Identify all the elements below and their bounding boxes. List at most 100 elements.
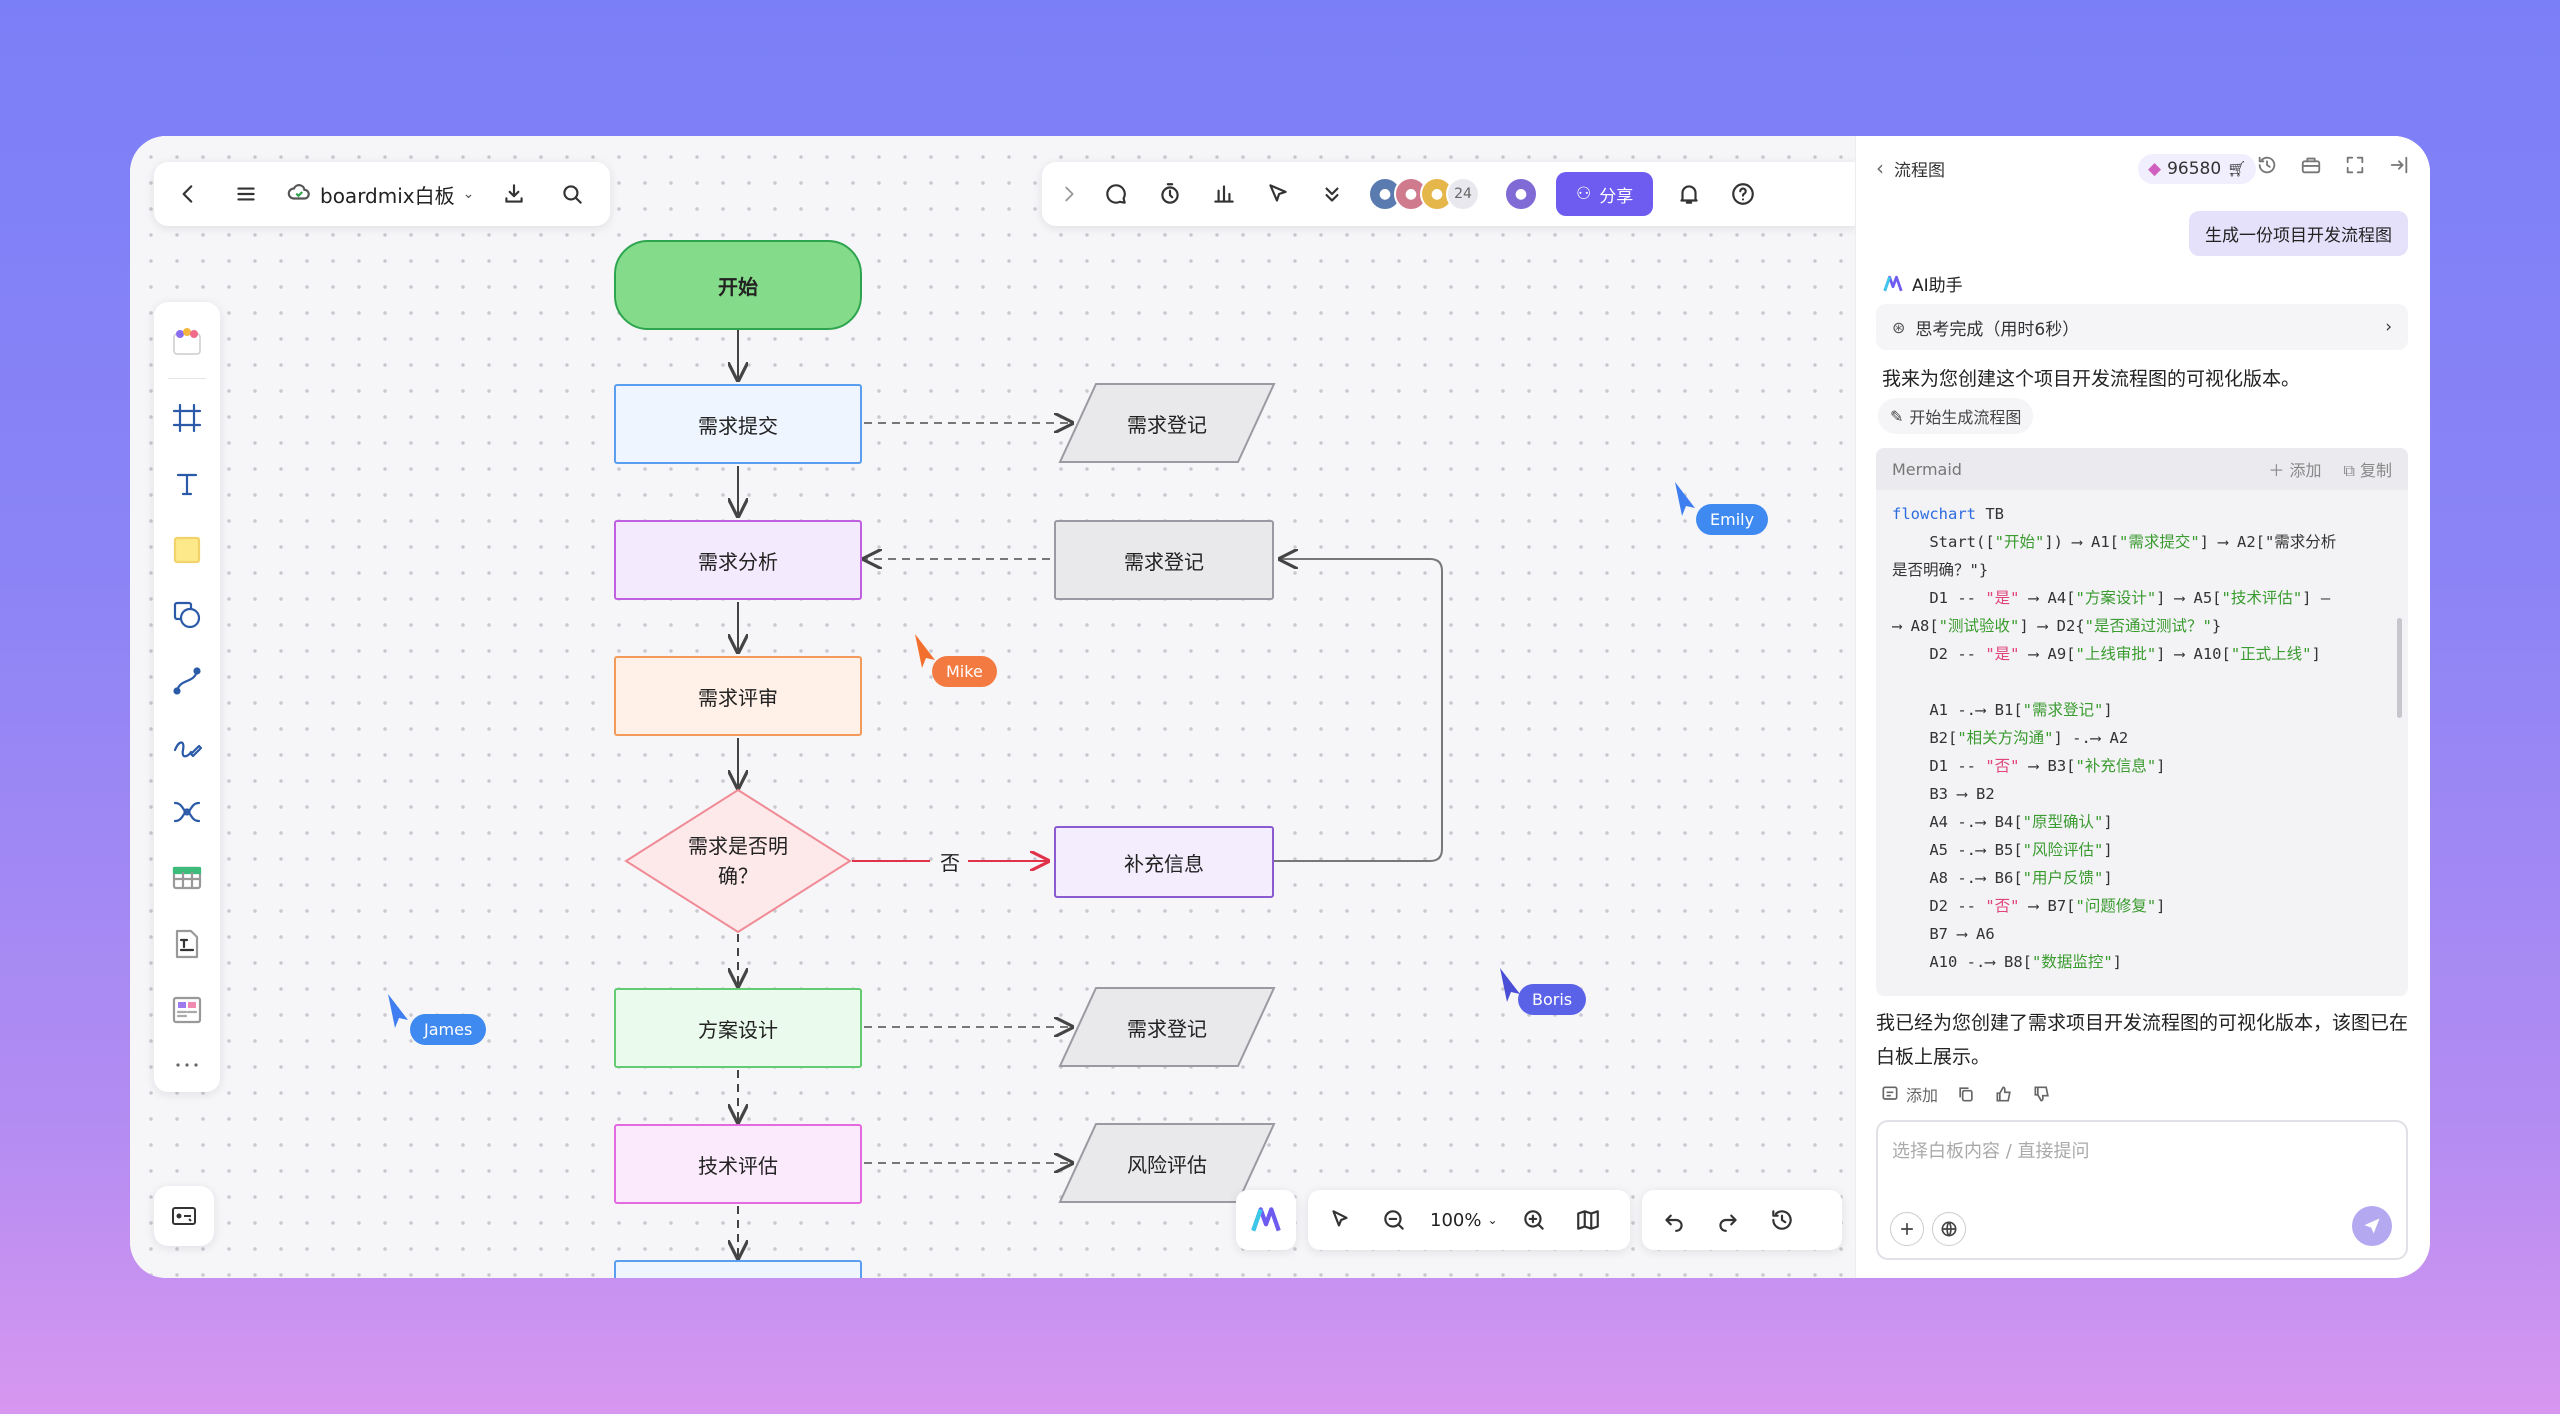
code-line: 是否明确？"}: [1892, 561, 1989, 579]
mindmap-icon[interactable]: [163, 783, 211, 842]
ai-logo-button[interactable]: [1236, 1190, 1296, 1250]
node-partial[interactable]: [614, 1260, 862, 1278]
user-add-icon: ⚇: [1576, 184, 1592, 204]
collaborator-avatars[interactable]: ● ● ● 24: [1368, 177, 1480, 211]
code-scrollbar[interactable]: [2397, 618, 2402, 718]
divider: [168, 377, 206, 379]
ai-logo-icon: [1883, 275, 1903, 291]
user-message: 生成一份项目开发流程图: [2189, 211, 2408, 256]
node-start[interactable]: 开始: [614, 240, 862, 330]
avatar-count: 24: [1446, 177, 1480, 211]
cloud-sync-icon: [286, 179, 312, 210]
more-expand-icon[interactable]: [1314, 176, 1350, 212]
cursor-tag-mike: Mike: [932, 656, 997, 687]
help-icon[interactable]: [1725, 176, 1761, 212]
shape-icon[interactable]: [163, 586, 211, 645]
document-icon[interactable]: [163, 914, 211, 973]
table-icon[interactable]: [163, 849, 211, 908]
zoom-out-icon[interactable]: [1376, 1202, 1412, 1238]
text-icon[interactable]: [163, 454, 211, 513]
map-book-icon[interactable]: [1570, 1202, 1606, 1238]
panel-header-actions: [2256, 154, 2410, 176]
panel-back-icon[interactable]: ‹: [1876, 156, 1884, 180]
timer-icon[interactable]: [1152, 176, 1188, 212]
attach-button[interactable]: [1890, 1212, 1924, 1246]
select-cursor-icon[interactable]: [1322, 1202, 1358, 1238]
menu-icon[interactable]: [228, 176, 264, 212]
node-b5[interactable]: 风险评估: [1090, 1124, 1244, 1202]
more-tools-icon[interactable]: [163, 1046, 211, 1085]
download-icon[interactable]: [496, 176, 532, 212]
code-line: D2 -- "否" ⟶ B7["问题修复"]: [1892, 897, 2166, 915]
zoom-bar: 100% ⌄: [1308, 1190, 1630, 1250]
ai-assistant-label: AI助手: [1882, 271, 1963, 296]
code-add-label: 添加: [2289, 461, 2322, 480]
zoom-level-dropdown[interactable]: 100% ⌄: [1430, 1210, 1498, 1231]
thumbs-down-icon[interactable]: [2032, 1084, 2052, 1104]
whiteboard-canvas[interactable]: 开始 需求提交 需求分析 需求评审 需求是否明 确？ 方案设计 技术评估 需求登…: [130, 136, 1866, 1278]
web-search-button[interactable]: [1932, 1212, 1966, 1246]
globe-icon: [1941, 1221, 1957, 1237]
send-button[interactable]: [2352, 1206, 2392, 1246]
app-window: 开始 需求提交 需求分析 需求评审 需求是否明 确？ 方案设计 技术评估 需求登…: [130, 136, 2430, 1278]
node-a4[interactable]: 方案设计: [614, 988, 862, 1068]
presentation-icon[interactable]: [1206, 176, 1242, 212]
current-user-avatar[interactable]: ●: [1504, 177, 1538, 211]
chevron-down-icon: ⌄: [1487, 1213, 1498, 1227]
comment-icon[interactable]: [1098, 176, 1134, 212]
code-copy-button[interactable]: ⧉ 复制: [2343, 457, 2392, 481]
ai-result-text: 我已经为您创建了需求项目开发流程图的可视化版本，该图已在白板上展示。: [1876, 1012, 2409, 1068]
zoom-in-icon[interactable]: [1516, 1202, 1552, 1238]
thinking-status[interactable]: ⊛ 思考完成（用时6秒） ›: [1876, 304, 2408, 350]
history-icon[interactable]: [1764, 1202, 1800, 1238]
node-b2[interactable]: 需求登记: [1054, 520, 1274, 600]
zoom-level: 100%: [1430, 1209, 1482, 1231]
add-board-icon: [1882, 1086, 1898, 1100]
frame-icon[interactable]: [163, 389, 211, 448]
code-add-button[interactable]: ＋ 添加: [2268, 457, 2321, 481]
code-language: Mermaid: [1892, 459, 1962, 479]
toolbox-icon[interactable]: [2300, 154, 2322, 176]
code-line: A8 -.⟶ B6["用户反馈"]: [1892, 869, 2113, 887]
node-a2[interactable]: 需求分析: [614, 520, 862, 600]
cursor-tag-james: James: [410, 1014, 487, 1045]
board-name-label: boardmix白板: [320, 183, 455, 208]
undo-icon[interactable]: [1656, 1202, 1692, 1238]
chevron-right-icon[interactable]: [1058, 176, 1080, 212]
node-a5[interactable]: 技术评估: [614, 1124, 862, 1204]
sticky-note-icon[interactable]: [163, 520, 211, 579]
redo-icon[interactable]: [1710, 1202, 1746, 1238]
board-name-dropdown[interactable]: boardmix白板 ⌄: [286, 179, 474, 210]
share-button[interactable]: ⚇ 分享: [1556, 172, 1654, 216]
code-line: B7 ⟶ A6: [1892, 925, 1995, 943]
history-icon[interactable]: [2256, 154, 2278, 176]
templates-icon[interactable]: [163, 312, 211, 371]
add-to-board-button[interactable]: 添加: [1880, 1082, 1938, 1106]
search-icon[interactable]: [554, 176, 590, 212]
gem-icon: ◆: [2148, 159, 2162, 179]
follow-icon[interactable]: [1260, 176, 1296, 212]
credits-value: 96580: [2167, 159, 2222, 179]
node-d1[interactable]: 需求是否明 确？: [660, 826, 816, 896]
node-b1[interactable]: 需求登记: [1090, 384, 1244, 462]
action-add-label: 添加: [1906, 1086, 1939, 1105]
thumbs-up-icon[interactable]: [1994, 1084, 2014, 1104]
node-b4[interactable]: 需求登记: [1090, 988, 1244, 1066]
code-line: Start(["开始"]) ⟶ A1["需求提交"] ⟶ A2["需求分析: [1892, 533, 2337, 551]
minimap-button[interactable]: [154, 1186, 214, 1246]
node-b3[interactable]: 补充信息: [1054, 826, 1274, 898]
kanban-icon[interactable]: [163, 980, 211, 1039]
collapse-panel-icon[interactable]: [2388, 154, 2410, 176]
node-a3[interactable]: 需求评审: [614, 656, 862, 736]
expand-icon[interactable]: [2344, 154, 2366, 176]
chat-input[interactable]: [1892, 1136, 2392, 1166]
copy-icon[interactable]: [1956, 1084, 1976, 1104]
pen-icon[interactable]: [163, 717, 211, 776]
connector-icon[interactable]: [163, 652, 211, 711]
credits-badge[interactable]: ◆ 96580 🛒︎: [2138, 154, 2257, 184]
generate-flowchart-chip[interactable]: ✎ 开始生成流程图: [1878, 398, 2034, 434]
bell-icon[interactable]: [1671, 176, 1707, 212]
node-a1[interactable]: 需求提交: [614, 384, 862, 464]
back-icon[interactable]: [170, 176, 206, 212]
